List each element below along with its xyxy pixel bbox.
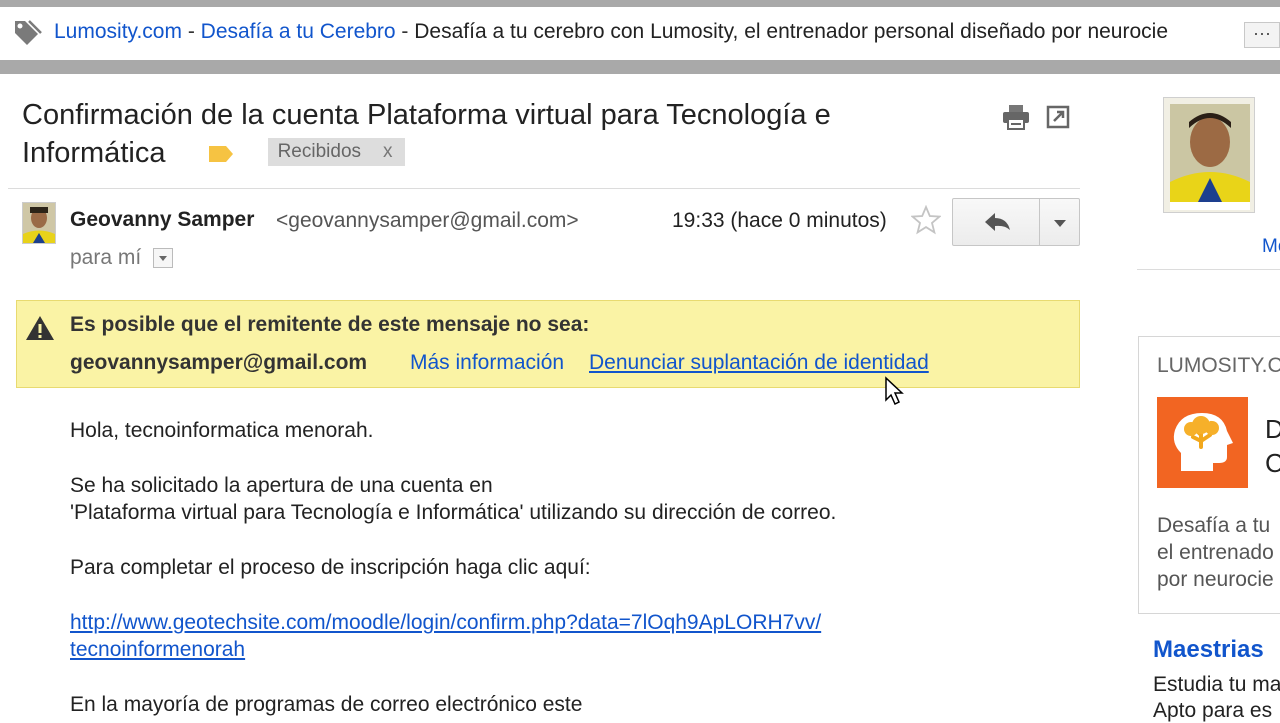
promo-site-link[interactable]: Lumosity.com — [54, 20, 182, 43]
confirm-link-continued[interactable]: tecnoinformenorah — [70, 638, 245, 662]
inbox-label-chip[interactable]: Recibidos x — [267, 138, 405, 167]
more-actions-button[interactable] — [1039, 198, 1080, 246]
body-line: En la mayoría de programas de correo ele… — [70, 693, 583, 716]
promo-separator: - — [395, 20, 415, 43]
ad-description: Desafía a tu — [1157, 514, 1271, 537]
ad-logo[interactable] — [1157, 397, 1248, 488]
ad-description: por neurocie — [1157, 568, 1274, 591]
body-line: Se ha solicitado la apertura de una cuen… — [70, 474, 493, 497]
promo-text: Lumosity.com - Desafía a tu Cerebro - De… — [54, 20, 1244, 44]
ad2-description: Estudia tu ma — [1153, 673, 1280, 696]
more-info-link[interactable]: Más información — [410, 351, 564, 375]
ad2-description: Apto para es — [1153, 699, 1273, 722]
reply-icon — [985, 213, 1010, 231]
sender-name: Geovanny Samper — [70, 208, 255, 231]
body-line: 'Plataforma virtual para Tecnología e In… — [70, 501, 837, 524]
subject-text: Confirmación de la cuenta Plataforma vir… — [22, 99, 831, 169]
remove-label-button[interactable]: x — [383, 141, 393, 162]
body-greeting: Hola, tecnoinformatica menorah. — [70, 419, 374, 442]
cursor-icon — [885, 376, 904, 406]
chevron-down-icon — [1054, 220, 1066, 227]
chevron-down-icon — [159, 256, 167, 261]
ad-domain: LUMOSITY.C — [1157, 354, 1280, 377]
ad-description: el entrenado — [1157, 541, 1274, 564]
report-phishing-link[interactable]: Denunciar suplantación de identidad — [589, 351, 929, 375]
head-tree-icon — [1173, 413, 1233, 471]
reply-button[interactable] — [952, 198, 1040, 246]
profile-image — [1164, 98, 1254, 212]
ad2-title-link[interactable]: Maestrias — [1153, 636, 1264, 664]
print-icon[interactable] — [1002, 104, 1030, 130]
body-line: Para completar el proceso de inscripción… — [70, 556, 591, 579]
warning-sender-email: geovannysamper@gmail.com — [70, 351, 368, 374]
ad-headline[interactable]: C — [1265, 448, 1280, 479]
sidebar-divider — [1137, 269, 1280, 270]
top-stripe — [0, 0, 1280, 7]
inbox-label-text: Recibidos — [277, 141, 362, 163]
avatar-image — [23, 203, 55, 243]
promo-bar-bottom — [0, 60, 1280, 74]
message-timestamp: 19:33 (hace 0 minutos) — [672, 209, 887, 232]
promo-description: Desafía a tu cerebro con Lumosity, el en… — [414, 20, 1168, 43]
ad-headline[interactable]: D — [1265, 414, 1280, 445]
sidebar-more-link[interactable]: Mo — [1262, 236, 1280, 258]
confirm-link[interactable]: http://www.geotechsite.com/moodle/login/… — [70, 611, 821, 635]
header-divider — [8, 188, 1080, 189]
recipient-details-dropdown[interactable] — [153, 248, 173, 268]
star-icon[interactable] — [911, 205, 941, 235]
promo-separator: - — [181, 20, 201, 43]
tag-icon — [15, 20, 42, 45]
sender-email: <geovannysamper@gmail.com> — [276, 209, 579, 232]
promo-title-link[interactable]: Desafía a tu Cerebro — [201, 20, 396, 43]
warning-title: Es posible que el remitente de este mens… — [70, 313, 590, 336]
warning-icon — [26, 316, 54, 340]
recipient-label: para mí — [70, 246, 142, 269]
label-tag-icon[interactable] — [208, 145, 234, 163]
promo-more-button[interactable]: ··· — [1244, 22, 1280, 48]
sender-profile-photo[interactable] — [1163, 97, 1255, 213]
sender-avatar[interactable] — [22, 202, 56, 244]
email-subject: Confirmación de la cuenta Plataforma vir… — [22, 96, 982, 172]
new-window-icon[interactable] — [1046, 105, 1070, 129]
